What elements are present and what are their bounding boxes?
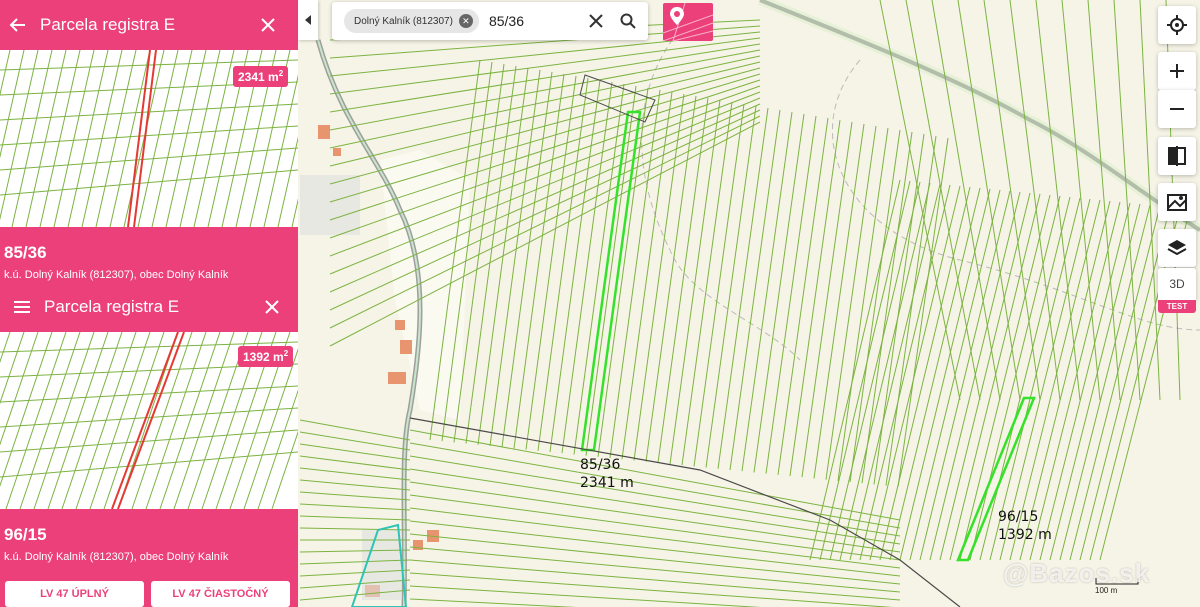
parcel-info-top: 85/36 k.ú. Dolný Kalník (812307), obec D… [0, 227, 298, 284]
parcel-number-label: 96/15 [998, 509, 1039, 525]
chip-remove-icon[interactable]: ✕ [458, 14, 473, 28]
3d-view-button[interactable]: 3D [1158, 268, 1196, 300]
search-input[interactable]: 85/36 [489, 13, 580, 29]
test-badge: TEST [1158, 300, 1196, 313]
parcel-boundary [0, 50, 11, 97]
cadastral-area-chip[interactable]: Dolný Kalník (812307) ✕ [344, 9, 479, 33]
back-arrow-icon[interactable] [0, 7, 36, 43]
layers-icon[interactable] [1158, 229, 1196, 267]
clear-search-icon[interactable] [580, 5, 612, 37]
area-badge: 2341 m2 [233, 66, 289, 87]
parcel-boundary [0, 125, 298, 146]
panel-title: Parcela registra E [40, 15, 176, 34]
parcel-thumbnail-top: 2341 m2 [0, 50, 298, 227]
parcel-area-label: 1392 m [998, 527, 1052, 543]
collapse-panel-button[interactable] [298, 0, 318, 40]
lv-partial-button[interactable]: LV 47 ČIASTOČNÝ [151, 581, 290, 607]
parcel-boundary [291, 198, 298, 227]
map-view-icon[interactable] [1158, 183, 1196, 221]
zoom-in-button[interactable] [1158, 52, 1196, 90]
watermark: @Bazos.sk [1003, 558, 1151, 588]
parcel-thumbnail-bottom: 1392 m2 [0, 332, 298, 509]
parcel-boundary [0, 332, 25, 405]
parcel-number-label: 85/36 [580, 457, 621, 473]
panel-header-top: Parcela registra E [0, 0, 298, 50]
locate-me-button[interactable] [1158, 6, 1196, 44]
parcel-boundary [133, 50, 157, 227]
parcel-locate-button[interactable] [663, 3, 713, 41]
parcel-number: 96/15 [4, 525, 47, 544]
parcel-location: k.ú. Dolný Kalník (812307), obec Dolný K… [4, 551, 229, 563]
search-icon[interactable] [612, 5, 644, 37]
compare-icon[interactable] [1158, 137, 1196, 175]
close-icon[interactable] [250, 7, 286, 43]
parcel-boundary [0, 332, 39, 446]
parcel-boundary [117, 332, 185, 509]
zoom-out-button[interactable] [1158, 90, 1196, 128]
parcel-boundary [111, 332, 179, 509]
map-label-parcel-96-15: 96/15 1392 m [998, 508, 1052, 544]
parcel-boundary [0, 451, 298, 478]
parcel-location: k.ú. Dolný Kalník (812307), obec Dolný K… [4, 269, 229, 281]
map-label-parcel-85-36: 85/36 2341 m [580, 456, 634, 492]
parcel-boundary [0, 147, 298, 171]
menu-icon[interactable] [4, 289, 40, 325]
chip-label: Dolný Kalník (812307) [354, 15, 453, 27]
search-bar[interactable]: Dolný Kalník (812307) ✕ 85/36 [332, 2, 648, 40]
area-badge: 1392 m2 [238, 346, 294, 367]
parcel-boundary [0, 169, 298, 196]
parcel-boundary [127, 50, 151, 227]
3d-label: 3D [1169, 277, 1185, 291]
close-icon[interactable] [254, 289, 290, 325]
parcel-area-label: 2341 m [580, 475, 634, 491]
lv-full-button[interactable]: LV 47 ÚPLNÝ [5, 581, 144, 607]
panel-header-bottom: Parcela registra E [0, 282, 298, 332]
parcel-number: 85/36 [4, 243, 47, 262]
panel-title: Parcela registra E [44, 297, 180, 316]
